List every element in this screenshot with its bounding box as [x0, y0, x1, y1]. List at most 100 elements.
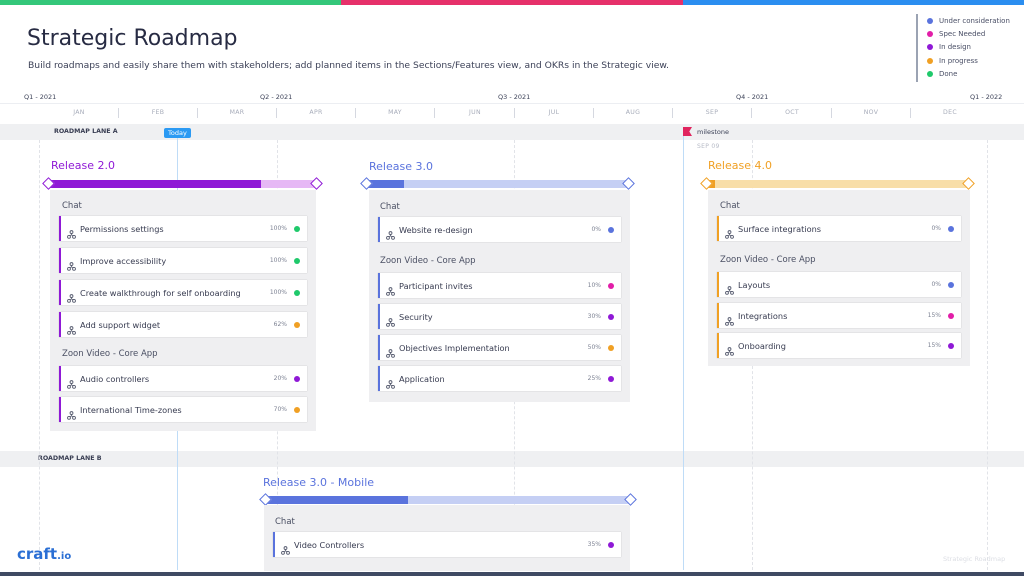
- feature-name: Onboarding: [738, 340, 786, 351]
- feature-icon: [725, 224, 734, 239]
- legend-item-under-consideration: Under consideration: [927, 14, 1016, 27]
- feature-card-audio-controllers[interactable]: Audio controllers 20%: [59, 366, 307, 391]
- status-dot-icon: [294, 257, 300, 264]
- month-label: FEB: [151, 109, 165, 116]
- release-progress-bar[interactable]: [266, 496, 631, 504]
- month-tick: [910, 108, 911, 118]
- month-label: OCT: [785, 109, 799, 116]
- feature-card-video-controllers[interactable]: Video Controllers 35%: [273, 532, 621, 557]
- feature-icon: [386, 281, 395, 296]
- today-marker[interactable]: Today: [164, 128, 191, 138]
- feature-name: Surface integrations: [738, 223, 822, 234]
- release-progress-bar[interactable]: [49, 180, 317, 188]
- release-title-release-3-0[interactable]: Release 3.0: [369, 160, 433, 173]
- feature-progress: 25%: [587, 375, 601, 382]
- release-title-release-2-0[interactable]: Release 2.0: [51, 159, 115, 172]
- top-bar-green: [0, 0, 342, 5]
- feature-card-participant-invites[interactable]: Participant invites 10%: [378, 273, 621, 298]
- footer-note: Strategic Roadmap: [943, 555, 1006, 563]
- status-dot-icon: [948, 312, 954, 319]
- feature-card-website-re-design[interactable]: Website re-design 0%: [378, 217, 621, 242]
- feature-card-permissions-settings[interactable]: Permissions settings 100%: [59, 216, 307, 241]
- status-dot-icon: [294, 225, 300, 232]
- month-tick: [593, 108, 594, 118]
- status-dot-icon: [294, 375, 300, 382]
- feature-icon: [281, 540, 290, 555]
- page-title: Strategic Roadmap: [27, 26, 238, 51]
- release-progress-bar[interactable]: [367, 180, 629, 188]
- quarter-gridline: [39, 140, 40, 570]
- feature-progress: 50%: [587, 344, 601, 351]
- feature-icon: [725, 311, 734, 326]
- feature-card-improve-accessibility[interactable]: Improve accessibility 100%: [59, 248, 307, 273]
- status-dot-icon: [927, 31, 933, 38]
- feature-card-create-walkthrough-for-self-onboarding[interactable]: Create walkthrough for self onboarding 10…: [59, 280, 307, 305]
- month-tick: [118, 108, 119, 118]
- feature-card-international-time-zones[interactable]: International Time-zones 70%: [59, 397, 307, 422]
- legend-item-done: Done: [927, 68, 1016, 81]
- bottom-bar: [0, 572, 1024, 576]
- month-tick: [197, 108, 198, 118]
- legend-item-spec-needed: Spec Needed: [927, 27, 1016, 40]
- feature-progress: 100%: [269, 225, 287, 232]
- month-label: MAR: [229, 109, 245, 116]
- month-label: NOV: [863, 109, 879, 116]
- feature-card-objectives-implementation[interactable]: Objectives Implementation 50%: [378, 335, 621, 360]
- release-progress-fill: [49, 180, 261, 188]
- feature-progress: 30%: [587, 313, 601, 320]
- release-progress-bar[interactable]: [707, 180, 969, 188]
- top-bar-blue: [682, 0, 1024, 5]
- month-label: SEP: [705, 109, 719, 116]
- lane-label-a: ROADMAP LANE A: [54, 128, 118, 135]
- month-label: JAN: [73, 109, 85, 116]
- status-dot-icon: [608, 375, 614, 382]
- feature-card-surface-integrations[interactable]: Surface integrations 0%: [717, 216, 961, 241]
- month-tick: [355, 108, 356, 118]
- logo-text: craft: [17, 545, 58, 563]
- feature-progress: 62%: [273, 321, 287, 328]
- month-tick: [514, 108, 515, 118]
- status-dot-icon: [927, 44, 933, 51]
- feature-card-application[interactable]: Application 25%: [378, 366, 621, 391]
- legend-item-in-design: In design: [927, 41, 1016, 54]
- craft-logo: craft.io: [17, 545, 71, 563]
- status-dot-icon: [294, 321, 300, 328]
- feature-progress: 15%: [927, 342, 941, 349]
- top-bar-pink: [341, 0, 683, 5]
- section-label: Chat: [62, 201, 82, 211]
- feature-progress: 35%: [587, 541, 601, 548]
- feature-progress: 70%: [273, 406, 287, 413]
- quarter-label: Q2 - 2021: [260, 93, 293, 101]
- feature-name: Layouts: [738, 279, 771, 290]
- feature-card-add-support-widget[interactable]: Add support widget 62%: [59, 312, 307, 337]
- feature-card-security[interactable]: Security 30%: [378, 304, 621, 329]
- feature-name: International Time-zones: [80, 404, 182, 415]
- feature-name: Audio controllers: [80, 373, 150, 384]
- month-tick: [672, 108, 673, 118]
- feature-icon: [67, 320, 76, 335]
- feature-progress: 100%: [269, 257, 287, 264]
- milestone-date: SEP 09: [697, 143, 720, 150]
- feature-name: Video Controllers: [294, 539, 365, 550]
- feature-card-onboarding[interactable]: Onboarding 15%: [717, 333, 961, 358]
- release-title-release-4-0[interactable]: Release 4.0: [708, 159, 772, 172]
- section-label: Chat: [380, 202, 400, 212]
- section-label: Zoon Video - Core App: [380, 256, 476, 266]
- feature-card-layouts[interactable]: Layouts 0%: [717, 272, 961, 297]
- legend-label: Spec Needed: [939, 30, 986, 39]
- feature-icon: [67, 224, 76, 239]
- month-tick: [276, 108, 277, 118]
- status-dot-icon: [927, 71, 933, 78]
- logo-suffix: .io: [57, 551, 72, 562]
- feature-icon: [67, 405, 76, 420]
- feature-icon: [67, 256, 76, 271]
- lane-label-b: ROADMAP LANE B: [38, 455, 102, 462]
- milestone-label[interactable]: milestone: [697, 128, 729, 136]
- month-label: APR: [309, 109, 323, 116]
- quarter-label: Q1 - 2022: [970, 93, 1003, 101]
- release-title-release-3-0-mobile[interactable]: Release 3.0 - Mobile: [263, 476, 374, 489]
- month-tick: [831, 108, 832, 118]
- status-dot-icon: [294, 289, 300, 296]
- feature-card-integrations[interactable]: Integrations 15%: [717, 303, 961, 328]
- quarter-label: Q3 - 2021: [498, 93, 531, 101]
